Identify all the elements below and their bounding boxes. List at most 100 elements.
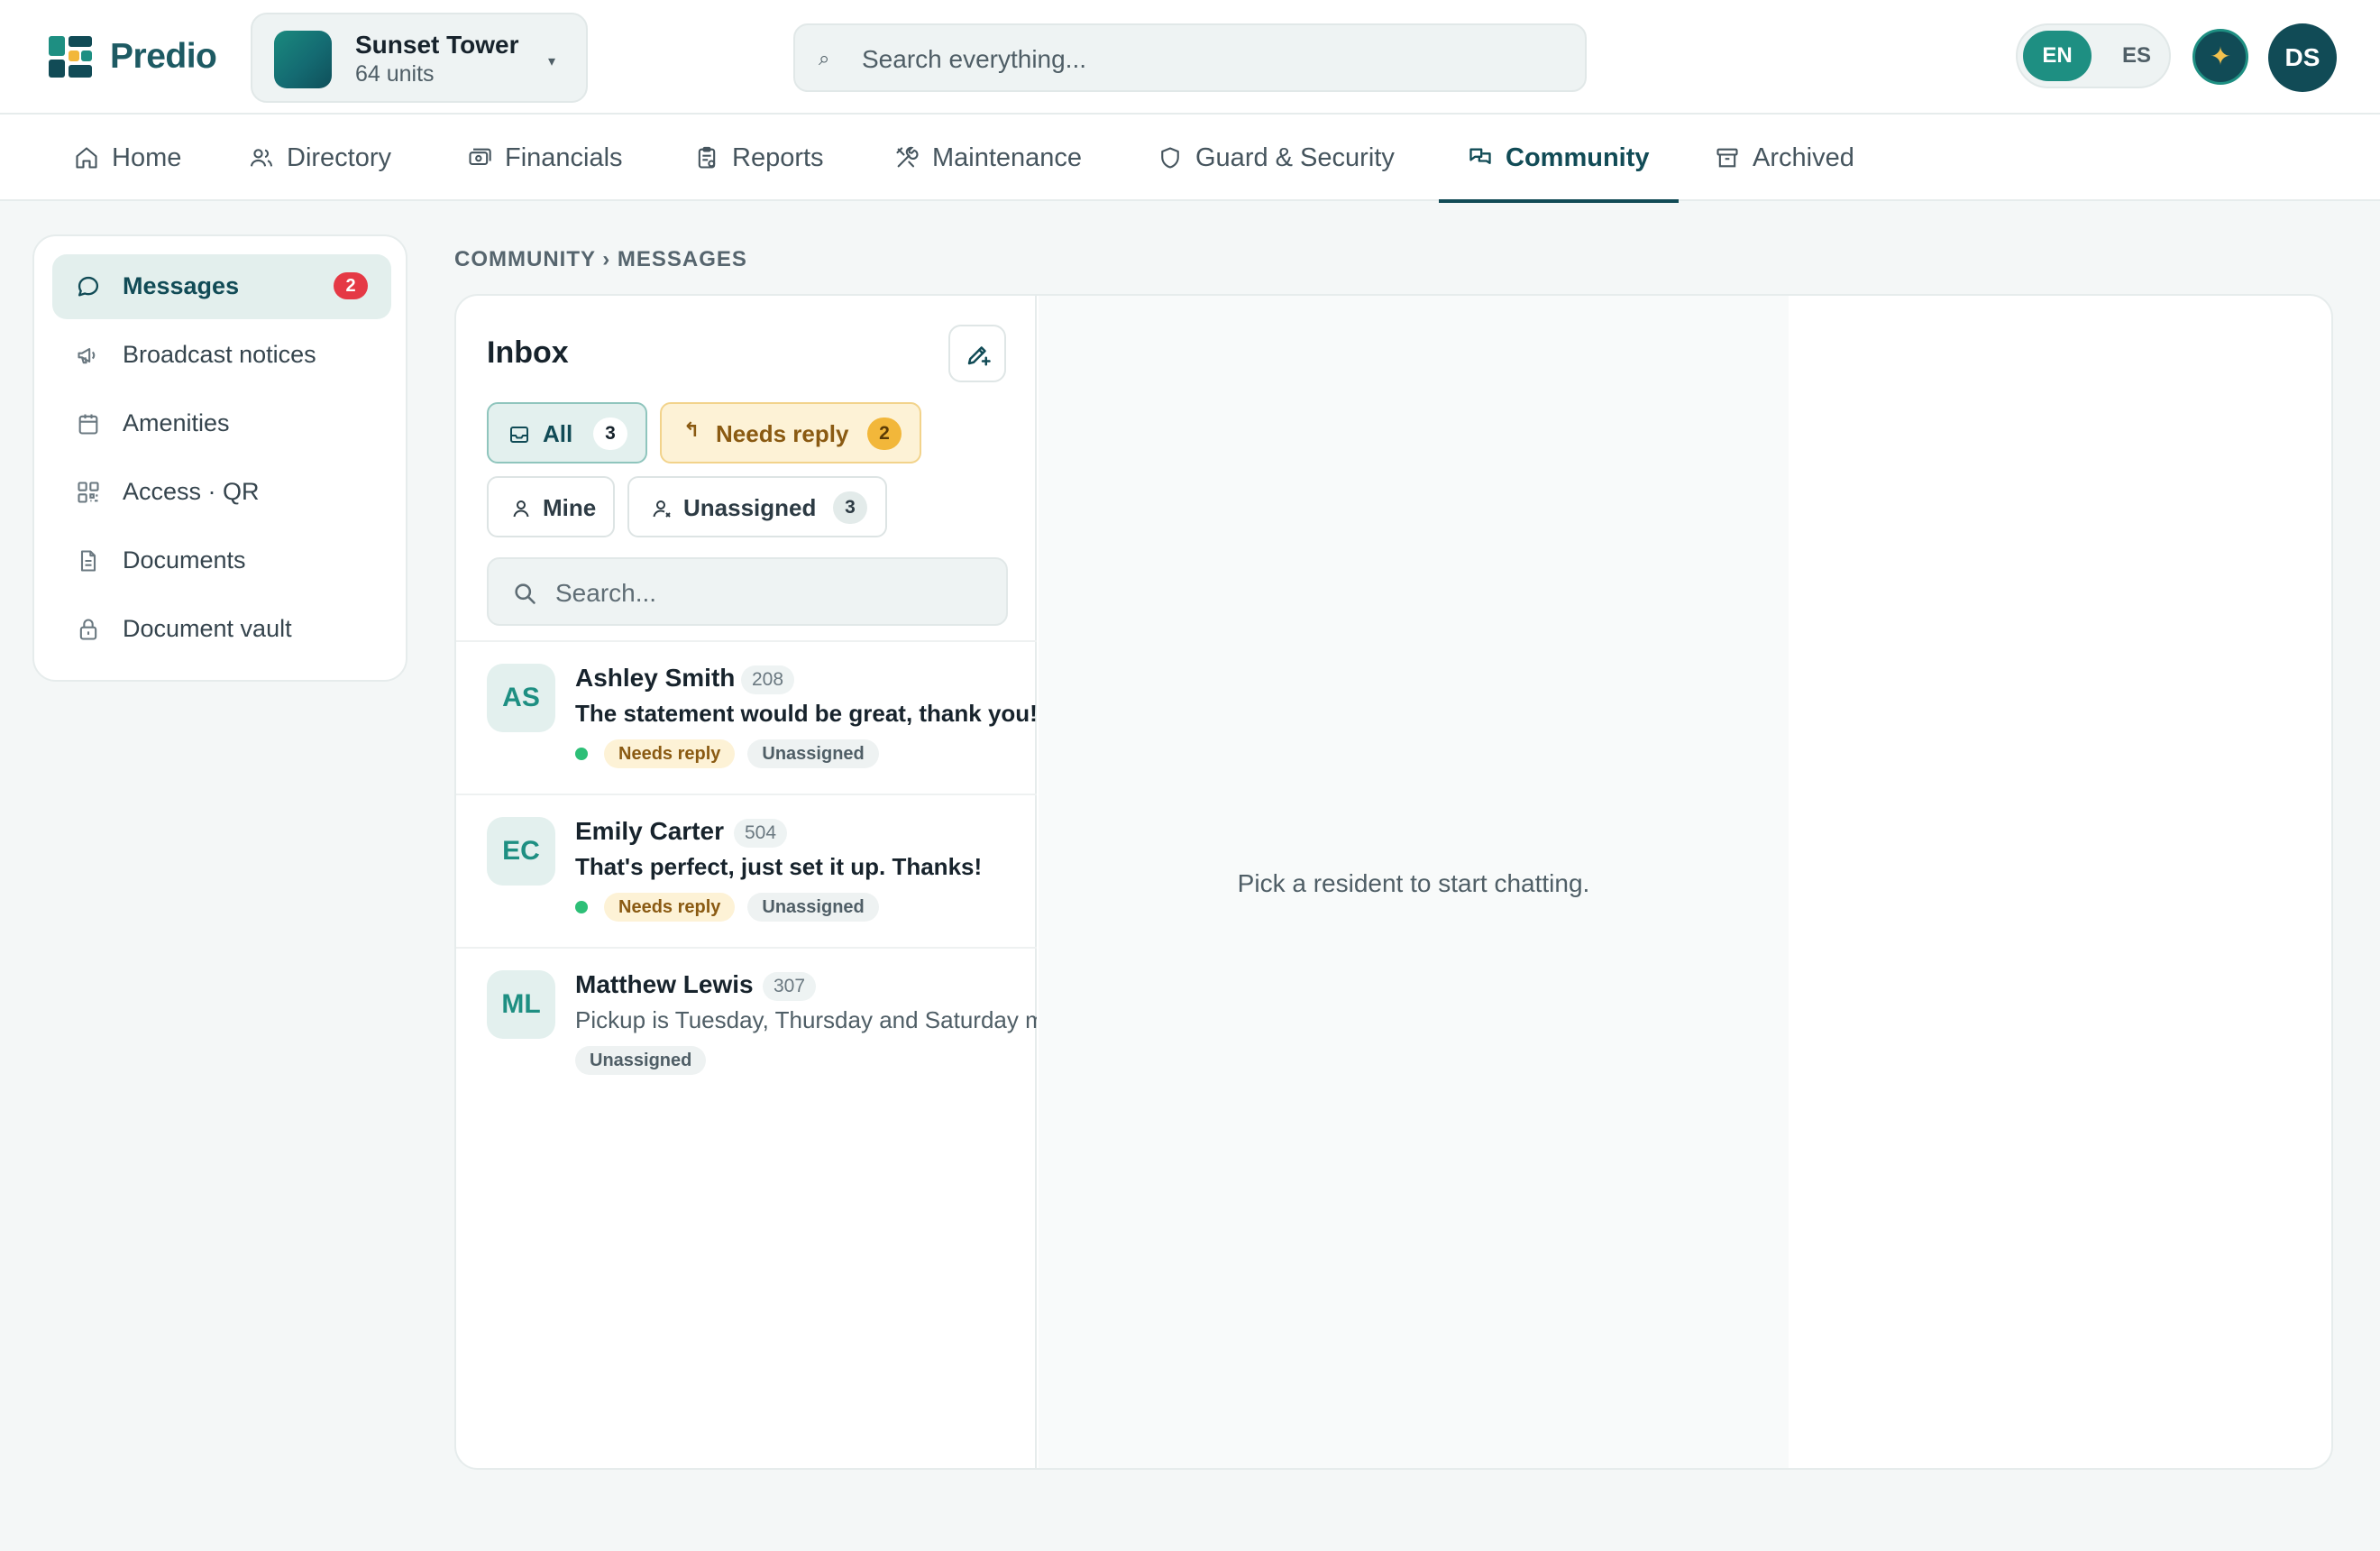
user-unassigned-icon <box>653 500 671 518</box>
conversation-tags: Needs reply Unassigned <box>575 739 879 768</box>
unit-badge: 208 <box>741 665 795 694</box>
tab-home[interactable]: Home <box>74 115 181 201</box>
sidebar-item-label: Access · QR <box>123 478 260 505</box>
inbox-icon <box>510 427 528 443</box>
tab-financials[interactable]: Financials <box>467 115 623 201</box>
chevron-down-icon: ▾ <box>548 54 556 69</box>
property-switcher[interactable]: Sunset Tower 64 units ▾ <box>251 13 588 103</box>
needs-reply-tag: Needs reply <box>604 739 736 768</box>
conversation-tags: Needs reply Unassigned <box>575 893 879 922</box>
conversation-item-ashley-smith[interactable]: AS Ashley Smith 208 The statement would … <box>456 640 1037 794</box>
property-name: Sunset Tower <box>355 31 519 59</box>
language-toggle: EN ES <box>2016 23 2171 88</box>
property-units: 64 units <box>355 61 435 87</box>
money-icon <box>469 148 491 166</box>
community-sidebar: Messages 2 Broadcast notices Amenities A… <box>32 234 407 682</box>
qr-icon <box>78 482 99 503</box>
lock-icon <box>79 619 97 640</box>
filter-count: 2 <box>867 418 902 450</box>
users-icon <box>250 149 273 167</box>
tab-reports[interactable]: Reports <box>694 115 824 201</box>
message-preview: The statement would be great, thank you! <box>575 700 1037 727</box>
filter-count: 3 <box>833 491 867 524</box>
sidebar-item-broadcast-notices[interactable]: Broadcast notices <box>52 323 391 388</box>
sidebar-item-amenities[interactable]: Amenities <box>52 391 391 456</box>
filter-mine-chip[interactable]: Mine <box>487 476 615 537</box>
filter-count: 3 <box>593 418 627 450</box>
sidebar-item-document-vault[interactable]: Document vault <box>52 597 391 662</box>
shield-icon <box>1161 147 1179 169</box>
breadcrumb: COMMUNITY › MESSAGES <box>454 247 747 271</box>
conversation-item-matthew-lewis[interactable]: ML Matthew Lewis 307 Pickup is Tuesday, … <box>456 947 1037 1100</box>
archive-icon <box>1716 148 1738 168</box>
megaphone-icon <box>78 347 96 364</box>
tab-community[interactable]: Community <box>1439 115 1678 203</box>
filter-unassigned-chip[interactable]: Unassigned 3 <box>627 476 887 537</box>
filter-label: Unassigned <box>683 494 817 521</box>
avatar: AS <box>487 664 555 732</box>
language-es-button[interactable]: ES <box>2108 31 2165 81</box>
chat-icon <box>1469 148 1491 164</box>
tab-guard-security[interactable]: Guard & Security <box>1158 115 1395 201</box>
property-thumbnail <box>274 31 332 88</box>
search-icon: ⌕ <box>819 47 830 69</box>
conversation-search-input[interactable]: Search... <box>487 557 1008 626</box>
search-placeholder: Search... <box>555 579 657 607</box>
filter-label: Mine <box>543 494 597 521</box>
sidebar-item-label: Amenities <box>123 409 230 436</box>
language-en-button[interactable]: EN <box>2023 31 2092 81</box>
chat-empty-state: Pick a resident to start chatting. <box>1237 869 1590 897</box>
calendar-icon <box>78 414 98 435</box>
global-search-input[interactable]: ⌕ Search everything... <box>793 23 1587 92</box>
message-icon <box>78 276 99 297</box>
conversation-item-emily-carter[interactable]: EC Emily Carter 504 That's perfect, just… <box>456 794 1037 947</box>
tab-label: Directory <box>287 142 392 172</box>
tab-archived[interactable]: Archived <box>1715 115 1854 201</box>
main-nav: Home Directory Financials Reports Mainte… <box>0 115 2380 203</box>
sidebar-item-label: Messages <box>123 272 240 299</box>
filter-label: All <box>543 420 573 447</box>
sidebar-item-access-qr[interactable]: Access · QR <box>52 460 391 525</box>
unread-dot <box>575 901 588 913</box>
unit-badge: 504 <box>734 819 788 848</box>
tab-label: Guard & Security <box>1195 142 1395 172</box>
tab-label: Archived <box>1753 142 1854 172</box>
tab-label: Home <box>112 142 182 172</box>
tab-maintenance[interactable]: Maintenance <box>894 115 1082 201</box>
tools-icon <box>896 146 919 168</box>
tab-label: Reports <box>732 142 824 172</box>
sidebar-item-label: Document vault <box>123 615 292 642</box>
sidebar-item-documents[interactable]: Documents <box>52 528 391 593</box>
unassigned-tag: Unassigned <box>747 893 879 922</box>
reply-icon: ↰ <box>683 418 700 441</box>
tab-label: Financials <box>505 142 623 172</box>
filter-label: Needs reply <box>716 420 849 447</box>
tab-label: Community <box>1506 142 1650 172</box>
compose-button[interactable] <box>948 325 1006 382</box>
unread-dot <box>575 748 588 760</box>
user-icon <box>513 500 529 518</box>
home-icon <box>76 147 97 169</box>
filter-all-chip[interactable]: All 3 <box>487 402 647 463</box>
filter-needs-reply-chip[interactable]: ↰ Needs reply 2 <box>660 402 921 463</box>
global-search-placeholder: Search everything... <box>862 45 1087 73</box>
user-avatar[interactable]: DS <box>2268 23 2337 92</box>
resident-name: Ashley Smith <box>575 664 736 692</box>
unassigned-tag: Unassigned <box>575 1046 707 1075</box>
unit-badge: 307 <box>763 972 817 1001</box>
sidebar-item-messages[interactable]: Messages 2 <box>52 254 391 319</box>
tab-directory[interactable]: Directory <box>249 115 391 201</box>
tab-label: Maintenance <box>932 142 1083 172</box>
assistant-sparkle-icon[interactable]: ✦ <box>2192 29 2248 85</box>
resident-name: Matthew Lewis <box>575 970 754 998</box>
search-icon <box>515 583 536 604</box>
app-logo[interactable]: Predio <box>49 36 217 78</box>
message-preview: Pickup is Tuesday, Thursday and Saturday… <box>575 1006 1037 1033</box>
unread-count-badge: 2 <box>334 272 368 299</box>
resident-name: Emily Carter <box>575 817 724 845</box>
logo-mark-icon <box>49 36 92 78</box>
unassigned-tag: Unassigned <box>747 739 879 768</box>
conversation-tags: Unassigned <box>575 1046 707 1075</box>
clipboard-icon <box>698 146 716 169</box>
inbox-column: Inbox All 3 ↰ Needs reply 2 Mine Unassig… <box>456 296 1037 1468</box>
